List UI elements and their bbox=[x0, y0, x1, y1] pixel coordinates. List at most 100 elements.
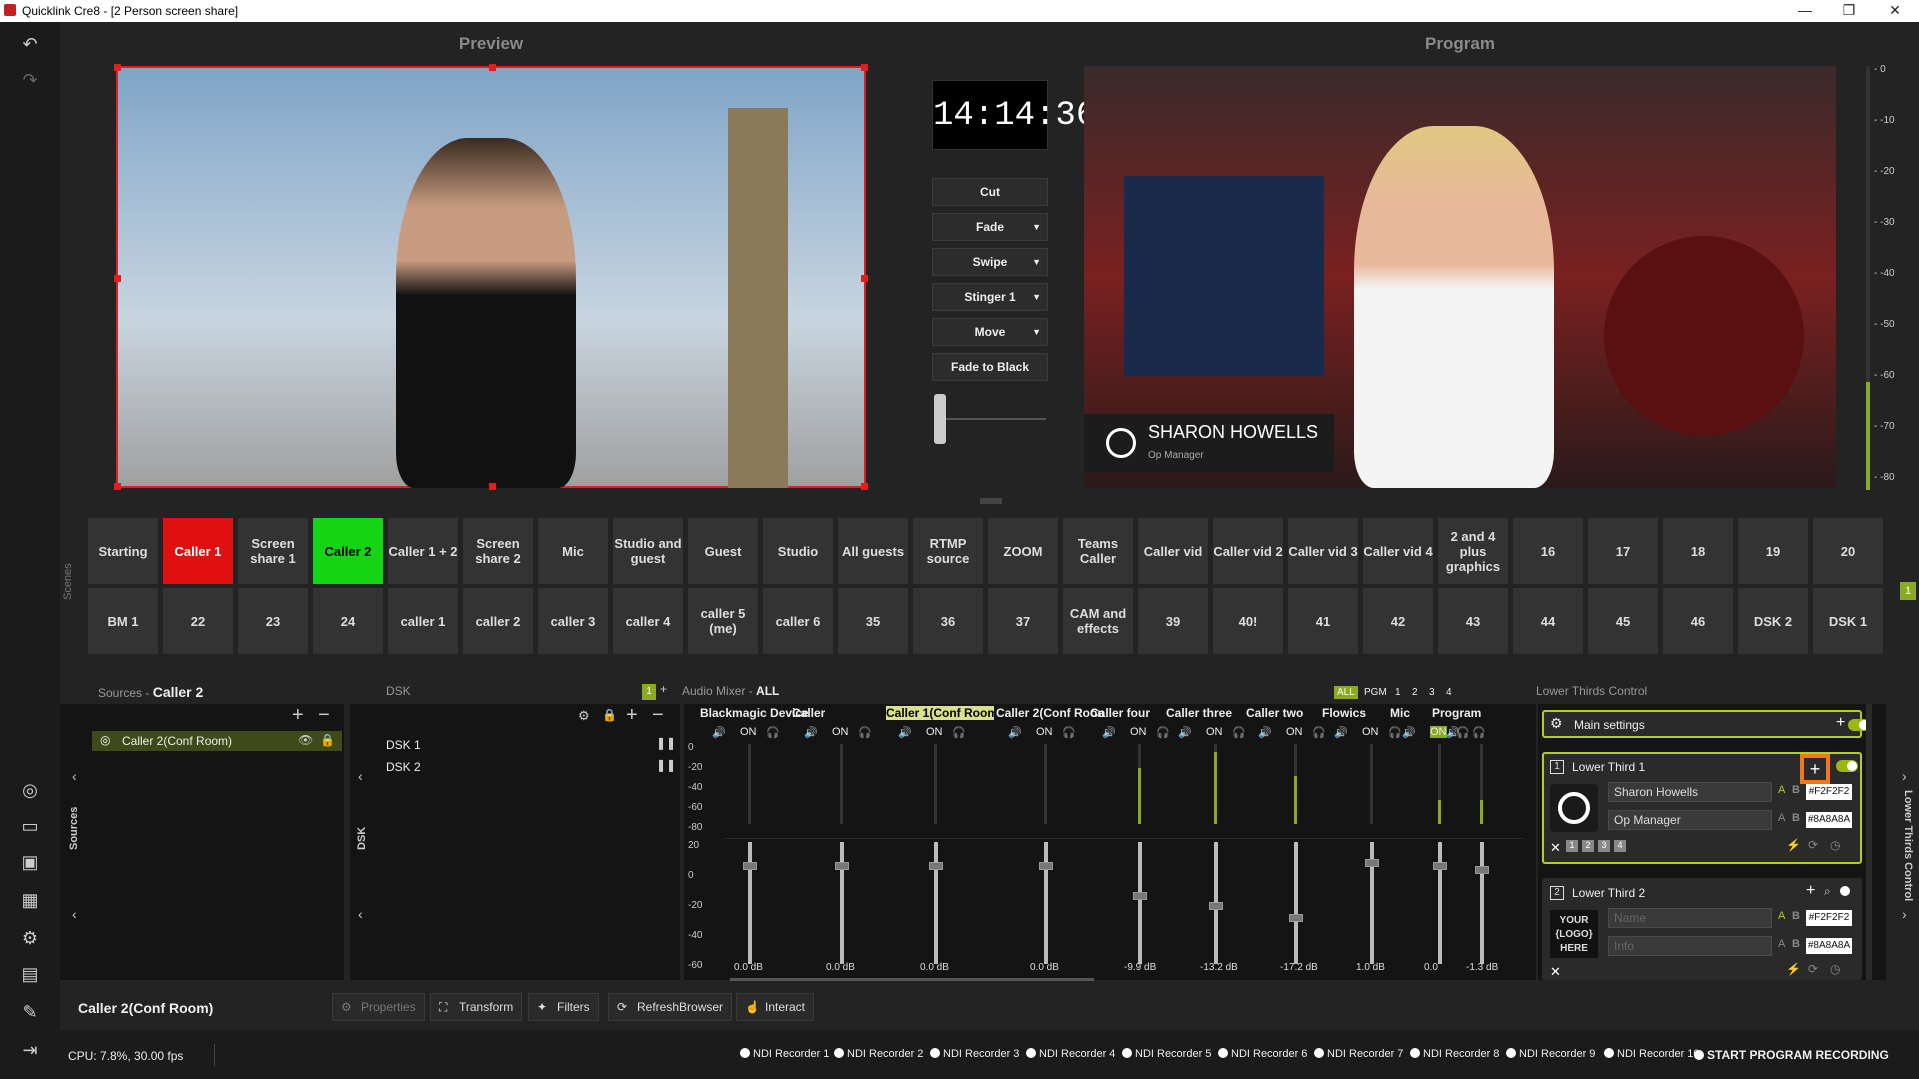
scene-button[interactable]: Studio and guest bbox=[613, 518, 683, 584]
filters-button[interactable]: ✦ Filters bbox=[528, 993, 599, 1021]
ndi-recorder-toggle[interactable]: NDI Recorder 1 bbox=[740, 1048, 829, 1060]
transform-button[interactable]: ⛶ Transform bbox=[430, 993, 523, 1021]
dsk-item[interactable]: DSK 1 bbox=[386, 738, 421, 752]
scene-button[interactable]: ZOOM bbox=[988, 518, 1058, 584]
ndi-recorder-toggle[interactable]: NDI Recorder 3 bbox=[930, 1048, 1019, 1060]
scene-button[interactable]: Studio bbox=[763, 518, 833, 584]
scene-button[interactable]: All guests bbox=[838, 518, 908, 584]
speaker-icon[interactable]: 🔊 bbox=[1334, 726, 1348, 739]
speaker-icon[interactable]: 🔊 bbox=[1258, 726, 1272, 739]
scene-button[interactable]: 17 bbox=[1588, 518, 1658, 584]
scene-button[interactable]: 45 bbox=[1588, 588, 1658, 654]
scene-button[interactable]: Starting bbox=[88, 518, 158, 584]
channel-on-toggle[interactable]: ON bbox=[1130, 726, 1147, 738]
preview-monitor[interactable] bbox=[114, 64, 868, 490]
ndi-recorder-toggle[interactable]: NDI Recorder 10 bbox=[1604, 1048, 1700, 1060]
ndi-recorder-toggle[interactable]: NDI Recorder 7 bbox=[1314, 1048, 1403, 1060]
exit-icon[interactable]: ⇥ bbox=[18, 1038, 42, 1062]
scene-button[interactable]: caller 2 bbox=[463, 588, 533, 654]
scene-button[interactable]: 19 bbox=[1738, 518, 1808, 584]
add-lower-third-item-button[interactable]: + bbox=[1806, 882, 1815, 900]
lightning-icon[interactable]: ⚡ bbox=[1786, 962, 1801, 976]
search-icon[interactable]: ⌕ bbox=[1824, 884, 1831, 899]
scene-button[interactable]: caller 3 bbox=[538, 588, 608, 654]
pause-icon[interactable]: ❚❚ bbox=[656, 758, 676, 772]
gear-icon[interactable]: ⚙ bbox=[18, 926, 42, 950]
refresh-icon[interactable]: ⟳ bbox=[1808, 962, 1818, 976]
add-dsk-page-button[interactable]: + bbox=[660, 682, 667, 696]
scene-button[interactable]: Caller vid bbox=[1138, 518, 1208, 584]
scene-button[interactable]: DSK 1 bbox=[1813, 588, 1883, 654]
grid-icon[interactable]: ▦ bbox=[18, 888, 42, 912]
speaker-icon[interactable]: 🔊 bbox=[1102, 726, 1116, 739]
speaker-icon[interactable]: 🔊 bbox=[1402, 726, 1416, 739]
quicklink-icon[interactable]: ◎ bbox=[18, 778, 42, 802]
main-settings-row[interactable]: ⚙ Main settings + bbox=[1542, 710, 1870, 738]
ndi-recorder-toggle[interactable]: NDI Recorder 4 bbox=[1026, 1048, 1115, 1060]
fade-button[interactable]: Fade ▼ bbox=[932, 213, 1048, 241]
lt1-info-field[interactable]: Op Manager bbox=[1608, 810, 1772, 830]
chevron-down-icon[interactable]: ▼ bbox=[1032, 214, 1041, 240]
chevron-right-icon[interactable]: › bbox=[1902, 906, 1907, 922]
font-icon[interactable]: A bbox=[1778, 938, 1785, 950]
lt1-color-1[interactable]: #F2F2F2 bbox=[1806, 784, 1852, 800]
maximize-button[interactable]: ❐ bbox=[1834, 2, 1864, 20]
add-source-button[interactable]: + bbox=[292, 704, 304, 727]
chevron-left-icon[interactable]: ‹ bbox=[72, 906, 77, 922]
tbar-handle[interactable] bbox=[934, 394, 946, 444]
scene-button[interactable]: Caller vid 2 bbox=[1213, 518, 1283, 584]
scene-button[interactable]: Caller 1 bbox=[163, 518, 233, 584]
properties-button[interactable]: ⚙ Properties bbox=[332, 993, 425, 1021]
pause-icon[interactable]: ❚❚ bbox=[656, 736, 676, 750]
scene-button[interactable]: 16 bbox=[1513, 518, 1583, 584]
lt1-color-2[interactable]: #8A8A8A bbox=[1806, 812, 1852, 828]
add-lower-third-item-button[interactable]: + bbox=[1800, 754, 1830, 784]
scene-button[interactable]: 40! bbox=[1213, 588, 1283, 654]
channel-fader-knob[interactable] bbox=[1209, 901, 1223, 910]
font-icon[interactable]: A bbox=[1778, 910, 1785, 922]
close-icon[interactable]: ✕ bbox=[1550, 964, 1561, 980]
lower-thirds-scrollbar[interactable] bbox=[1866, 704, 1872, 980]
audio-tab[interactable]: 1 bbox=[1392, 686, 1404, 699]
channel-fader-knob[interactable] bbox=[1289, 913, 1303, 922]
undo-icon[interactable]: ↶ bbox=[18, 32, 42, 56]
refresh-browser-button[interactable]: ⟳ RefreshBrowser bbox=[608, 993, 733, 1021]
lt1-page-4[interactable]: 4 bbox=[1614, 840, 1626, 852]
audio-tab[interactable]: 3 bbox=[1426, 686, 1438, 699]
ndi-recorder-toggle[interactable]: NDI Recorder 5 bbox=[1122, 1048, 1211, 1060]
close-icon[interactable]: ✕ bbox=[1550, 840, 1561, 856]
screen-share-icon[interactable]: ▣ bbox=[18, 850, 42, 874]
audio-tab[interactable]: 2 bbox=[1409, 686, 1421, 699]
headphones-icon[interactable]: 🎧 bbox=[1232, 726, 1246, 739]
audio-tab[interactable]: ALL bbox=[1334, 686, 1358, 699]
scene-button[interactable]: caller 4 bbox=[613, 588, 683, 654]
ndi-recorder-toggle[interactable]: NDI Recorder 8 bbox=[1410, 1048, 1499, 1060]
headphones-icon[interactable]: 🎧 bbox=[952, 726, 966, 739]
channel-on-toggle[interactable]: ON bbox=[1206, 726, 1223, 738]
scene-button[interactable]: 20 bbox=[1813, 518, 1883, 584]
lt1-page-3[interactable]: 3 bbox=[1598, 840, 1610, 852]
scene-button[interactable]: 23 bbox=[238, 588, 308, 654]
channel-on-toggle[interactable]: ON bbox=[1430, 726, 1447, 738]
lock-icon[interactable]: 🔒 bbox=[320, 733, 335, 747]
channel-fader-knob[interactable] bbox=[929, 862, 943, 870]
speaker-icon[interactable]: 🔊 bbox=[804, 726, 818, 739]
channel-fader-knob[interactable] bbox=[1133, 891, 1147, 900]
scene-button[interactable]: Caller vid 3 bbox=[1288, 518, 1358, 584]
lock-icon[interactable]: 🔒 bbox=[602, 708, 617, 722]
scene-button[interactable]: Screen share 1 bbox=[238, 518, 308, 584]
scene-button[interactable]: Caller 1 + 2 bbox=[388, 518, 458, 584]
scene-button[interactable]: 22 bbox=[163, 588, 233, 654]
scene-button[interactable]: 41 bbox=[1288, 588, 1358, 654]
scene-button[interactable]: caller 5 (me) bbox=[688, 588, 758, 654]
bold-icon[interactable]: B bbox=[1792, 938, 1800, 950]
font-icon[interactable]: A bbox=[1778, 784, 1785, 796]
scene-button[interactable]: 18 bbox=[1663, 518, 1733, 584]
eye-icon[interactable]: 👁 bbox=[298, 733, 313, 747]
headphones-icon[interactable]: 🎧 bbox=[1388, 726, 1402, 739]
redo-icon[interactable]: ↷ bbox=[18, 68, 42, 92]
headphones-icon[interactable]: 🎧 bbox=[1062, 726, 1076, 739]
lt2-name-field[interactable]: Name bbox=[1608, 908, 1772, 928]
lt2-status-dot[interactable] bbox=[1840, 886, 1850, 896]
channel-fader-knob[interactable] bbox=[743, 862, 757, 870]
